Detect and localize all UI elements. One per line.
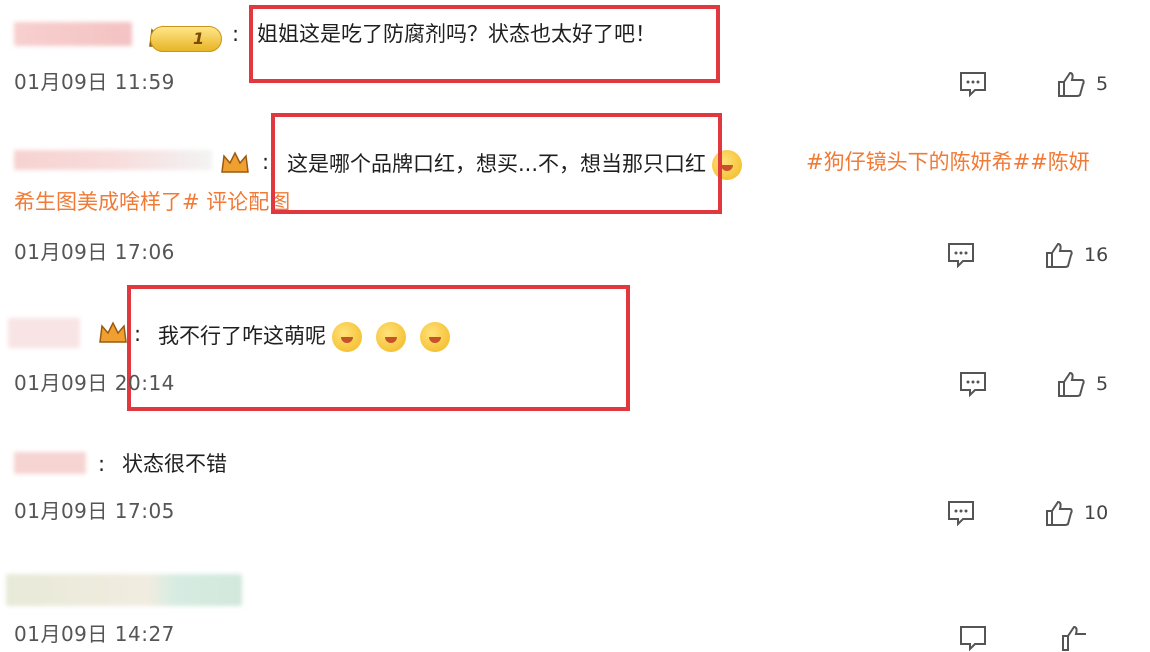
reply-button[interactable] [946,499,976,527]
highlight-box [271,113,722,214]
reply-button[interactable] [946,241,976,269]
thumbs-up-icon [1058,371,1085,397]
highlight-box [249,5,720,83]
like-button[interactable]: 16 [1044,241,1108,269]
like-button[interactable]: 5 [1056,70,1108,98]
thumbs-up-icon [1046,500,1073,526]
username-blurred[interactable] [14,150,212,170]
username-blurred[interactable] [14,22,132,46]
like-button[interactable]: 5 [1056,370,1108,398]
level-badge-text: 1 [193,29,205,48]
highlight-box [127,285,630,411]
level-badge: 1 [150,26,222,52]
comment-separator: : [98,452,106,476]
comment-separator: : [232,22,240,46]
like-count: 5 [1096,73,1109,95]
crown-icon [220,150,250,176]
like-count: 5 [1096,373,1109,395]
like-count: 16 [1084,244,1109,266]
comment-time: 01月09日 20:14 [14,371,175,395]
reply-button[interactable] [958,70,988,98]
like-count: 10 [1084,502,1109,524]
like-button[interactable] [1060,624,1090,652]
reply-button[interactable] [958,624,988,652]
comment-separator: : [262,150,270,174]
comment-time: 01月09日 17:05 [14,499,175,523]
username-blurred[interactable] [14,452,86,474]
reply-button[interactable] [958,370,988,398]
comment-icon [960,72,986,98]
username-blurred[interactable] [8,318,80,348]
comment-text: 状态很不错 [122,452,227,476]
comment-icon [948,243,974,269]
topic-tag-link[interactable]: #狗仔镜头下的陈妍希##陈妍 [806,150,1090,175]
thumbs-up-icon [1046,242,1073,268]
comment-icon [948,501,974,527]
comment-time: 01月09日 11:59 [14,70,175,94]
topic-tag-link[interactable]: 希生图美成啥样了# 评论配图 [14,190,290,215]
thumbs-up-icon [1062,625,1086,651]
thumbs-up-icon [1058,71,1085,97]
comment-time: 01月09日 17:06 [14,240,175,264]
username-blurred[interactable] [6,574,242,606]
comment-icon [960,626,986,652]
like-button[interactable]: 10 [1044,499,1108,527]
comment-icon [960,372,986,398]
crown-icon [98,320,128,346]
